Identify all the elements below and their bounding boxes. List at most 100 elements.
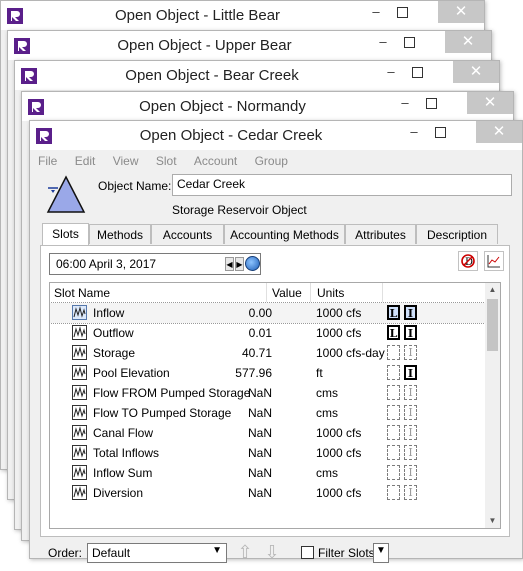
vertical-scrollbar[interactable]: ▲ ▼	[485, 283, 500, 528]
minimize-button[interactable]: –	[379, 61, 403, 83]
column-units[interactable]: Units	[317, 286, 344, 300]
menu-group[interactable]: Group	[255, 151, 288, 171]
date-selector[interactable]: 06:00 April 3, 2017 ◀ ▶	[49, 253, 261, 275]
move-down-button[interactable]: ⇩	[262, 541, 282, 563]
chevron-down-icon: ▼	[376, 545, 386, 556]
title-bar[interactable]: Open Object - Little Bear – ✕	[1, 1, 484, 30]
flag-l-icon[interactable]	[387, 365, 400, 380]
table-row[interactable]: Storage 40.71 1000 cfs-day I	[50, 343, 485, 363]
filter-dropdown-button[interactable]: ▼	[373, 543, 389, 563]
slot-value: 0.01	[248, 326, 272, 340]
flag-l-icon[interactable]	[387, 445, 400, 460]
flag-i-icon[interactable]: I	[404, 485, 417, 500]
slot-name: Flow TO Pumped Storage	[93, 406, 232, 420]
table-row[interactable]: Outflow 0.01 1000 cfs L I	[50, 323, 485, 343]
filter-slots-checkbox[interactable]	[301, 546, 314, 559]
slot-units: 1000 cfs	[316, 306, 362, 320]
column-value[interactable]: Value	[272, 286, 302, 300]
flag-l-icon[interactable]: L	[387, 325, 400, 340]
plot-button[interactable]	[484, 251, 504, 271]
menu-file[interactable]: File	[38, 151, 57, 171]
table-row[interactable]: Total Inflows NaN 1000 cfs I	[50, 443, 485, 463]
maximize-button[interactable]	[390, 1, 414, 23]
flag-l-icon[interactable]	[387, 345, 400, 360]
table-row[interactable]: Flow TO Pumped Storage NaN cms I	[50, 403, 485, 423]
object-name-field[interactable]: Cedar Creek	[172, 174, 512, 196]
tab-accounting-methods[interactable]: Accounting Methods	[224, 224, 345, 244]
slot-units: 1000 cfs	[316, 326, 362, 340]
table-row[interactable]: Inflow Sum NaN cms I	[50, 463, 485, 483]
flag-i-icon[interactable]: I	[404, 325, 417, 340]
flag-i-icon[interactable]: I	[404, 465, 417, 480]
close-button[interactable]: ✕	[476, 121, 522, 143]
table-row[interactable]: Inflow 0.00 1000 cfs L I	[50, 302, 486, 324]
flag-i-icon[interactable]: I	[404, 425, 417, 440]
series-slot-icon	[72, 305, 87, 320]
flag-l-icon[interactable]	[387, 425, 400, 440]
slot-units: 1000 cfs-day	[316, 346, 385, 360]
table-header: Slot Name Value Units	[50, 283, 485, 302]
tab-attributes[interactable]: Attributes	[345, 224, 416, 244]
maximize-icon	[434, 127, 446, 139]
flag-i-icon[interactable]: I	[404, 445, 417, 460]
flag-i-icon[interactable]: I	[404, 405, 417, 420]
date-forward-button[interactable]: ▶	[235, 257, 244, 271]
slot-value: NaN	[247, 446, 272, 460]
flag-l-icon[interactable]: L	[387, 305, 400, 320]
tab-slots[interactable]: Slots	[42, 223, 89, 246]
close-button[interactable]: ✕	[445, 31, 491, 53]
menu-edit[interactable]: Edit	[75, 151, 96, 171]
riverware-logo-icon	[36, 128, 52, 144]
table-row[interactable]: Diversion NaN 1000 cfs I	[50, 483, 485, 503]
order-select[interactable]: Default ▼	[87, 543, 227, 563]
move-up-button[interactable]: ⇧	[235, 541, 255, 563]
table-row[interactable]: Pool Elevation 577.96 ft I	[50, 363, 485, 383]
series-slot-icon	[72, 425, 87, 440]
title-bar[interactable]: Open Object - Normandy – ✕	[22, 92, 513, 121]
slot-value: 577.96	[235, 366, 272, 380]
scroll-up-icon[interactable]: ▲	[485, 283, 500, 297]
minimize-button[interactable]: –	[364, 1, 388, 23]
title-bar[interactable]: Open Object - Cedar Creek – ✕	[30, 121, 522, 150]
maximize-button[interactable]	[428, 121, 452, 143]
globe-icon[interactable]	[245, 256, 260, 271]
scroll-down-icon[interactable]: ▼	[485, 514, 500, 528]
tab-methods[interactable]: Methods	[89, 224, 151, 244]
flag-l-icon[interactable]	[387, 385, 400, 400]
table-row[interactable]: Flow FROM Pumped Storage NaN cms I	[50, 383, 485, 403]
flag-i-icon[interactable]: I	[404, 345, 417, 360]
minimize-button[interactable]: –	[371, 31, 395, 53]
minimize-button[interactable]: –	[393, 92, 417, 114]
date-back-button[interactable]: ◀	[225, 257, 234, 271]
tab-accounts[interactable]: Accounts	[151, 224, 224, 244]
slot-value: 40.71	[241, 346, 272, 360]
title-bar[interactable]: Open Object - Bear Creek – ✕	[15, 61, 499, 90]
maximize-icon	[396, 7, 408, 19]
disable-button[interactable]: D	[458, 251, 478, 271]
close-button[interactable]: ✕	[467, 92, 513, 114]
flag-i-icon[interactable]: I	[404, 385, 417, 400]
table-row[interactable]: Canal Flow NaN 1000 cfs I	[50, 423, 485, 443]
column-slot-name[interactable]: Slot Name	[54, 286, 110, 300]
maximize-button[interactable]	[397, 31, 421, 53]
slot-name: Total Inflows	[93, 446, 160, 460]
maximize-button[interactable]	[419, 92, 443, 114]
scroll-thumb[interactable]	[487, 299, 498, 351]
slot-name: Pool Elevation	[93, 366, 170, 380]
window-cedar-creek[interactable]: Open Object - Cedar Creek – ✕ File Edit …	[29, 120, 523, 563]
menu-slot[interactable]: Slot	[156, 151, 177, 171]
series-slot-icon	[72, 345, 87, 360]
minimize-button[interactable]: –	[402, 121, 426, 143]
flag-i-icon[interactable]: I	[404, 305, 417, 320]
flag-l-icon[interactable]	[387, 405, 400, 420]
title-bar[interactable]: Open Object - Upper Bear – ✕	[8, 31, 491, 60]
close-button[interactable]: ✕	[453, 61, 499, 83]
flag-l-icon[interactable]	[387, 485, 400, 500]
close-button[interactable]: ✕	[438, 1, 484, 23]
menu-account[interactable]: Account	[194, 151, 237, 171]
flag-l-icon[interactable]	[387, 465, 400, 480]
flag-i-icon[interactable]: I	[404, 365, 417, 380]
maximize-button[interactable]	[405, 61, 429, 83]
menu-view[interactable]: View	[113, 151, 139, 171]
tab-description[interactable]: Description	[416, 224, 498, 244]
